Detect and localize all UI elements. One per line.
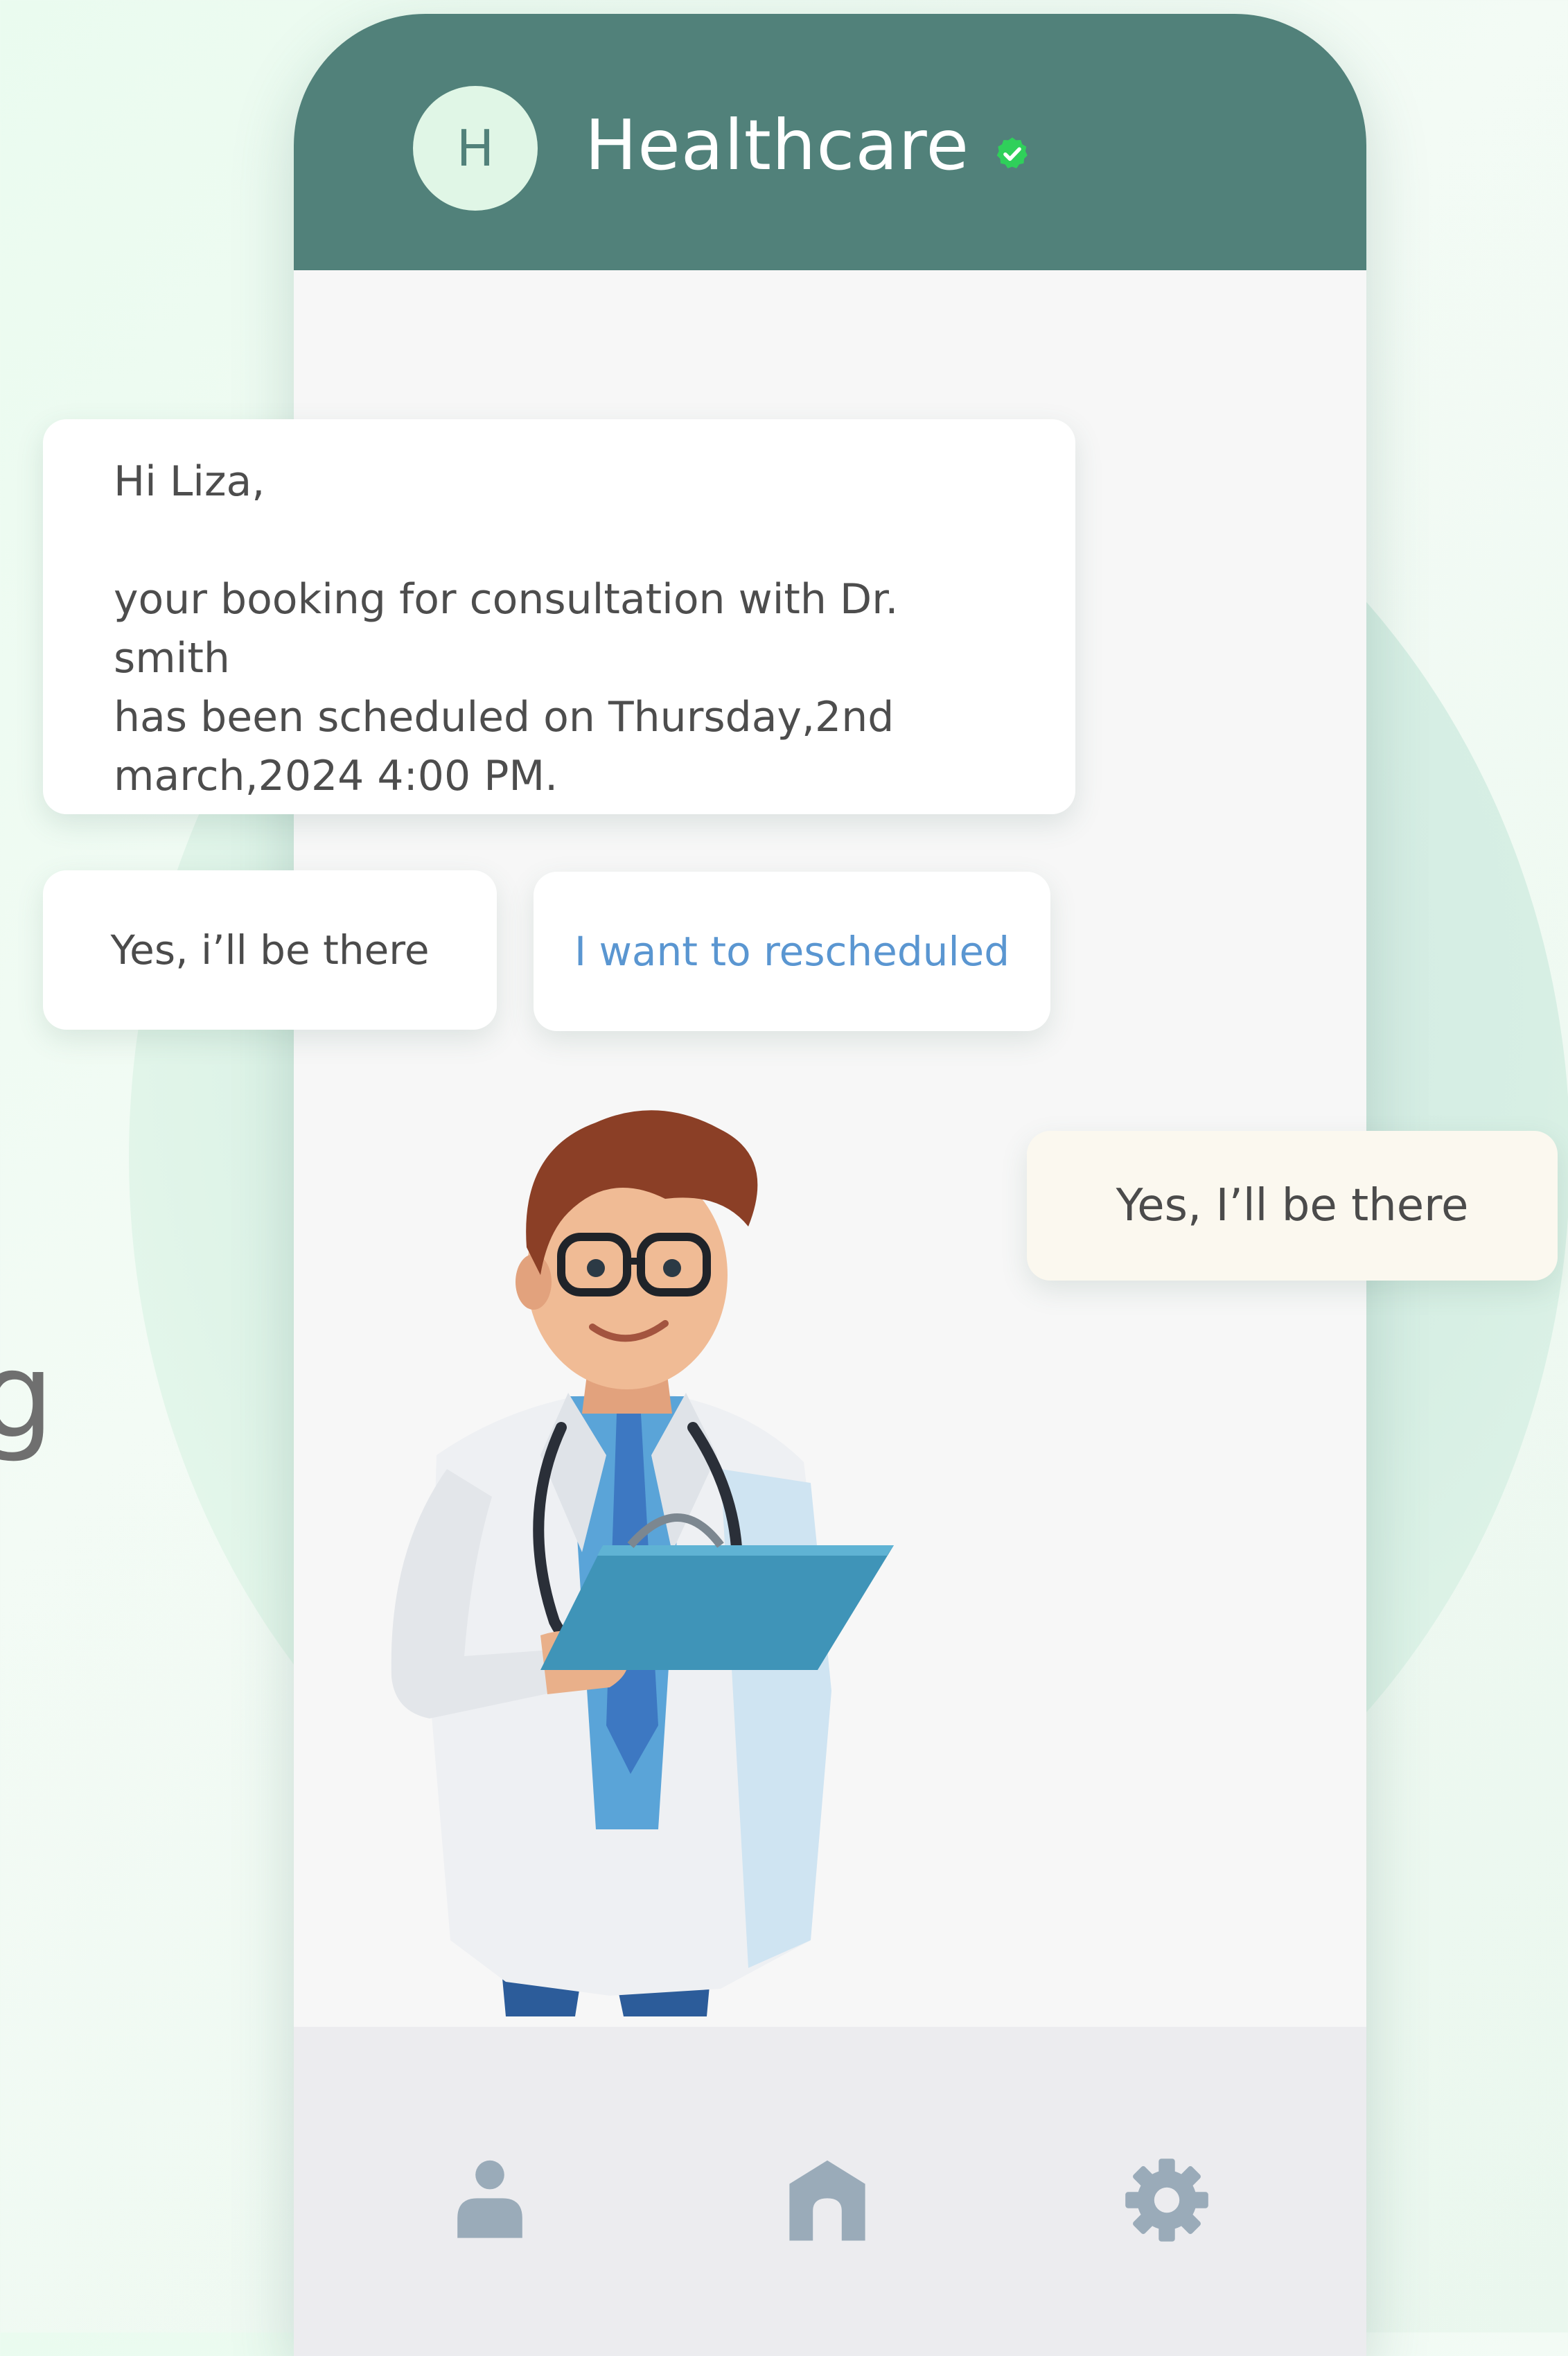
message-greeting: Hi Liza, (114, 457, 265, 506)
verified-check-icon (996, 137, 1028, 168)
appointment-message-bubble: Hi Liza, your booking for consultation w… (43, 419, 1075, 814)
settings-icon[interactable] (1122, 2155, 1212, 2245)
sent-reply-bubble: Yes, I’ll be there (1027, 1131, 1558, 1281)
app-title: Healthcare (585, 105, 970, 186)
background-partial-text: g (0, 1328, 54, 1465)
message-line: your booking for consultation with Dr. s… (114, 575, 899, 683)
message-line: march,2024 4:00 PM. (114, 752, 558, 800)
reschedule-button[interactable]: I want to rescheduled (534, 872, 1050, 1031)
bottom-navigation (294, 2027, 1366, 2356)
home-icon[interactable] (782, 2155, 872, 2245)
chat-header: H Healthcare (294, 14, 1366, 270)
profile-icon[interactable] (445, 2155, 535, 2245)
doctor-illustration (391, 1110, 894, 2016)
confirm-attendance-button[interactable]: Yes, i’ll be there (43, 870, 497, 1030)
avatar[interactable]: H (413, 86, 538, 211)
message-line: has been scheduled on Thursday,2nd (114, 693, 895, 741)
